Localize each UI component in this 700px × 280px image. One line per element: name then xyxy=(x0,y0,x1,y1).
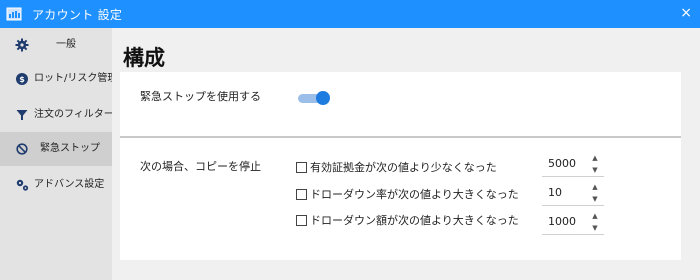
stepper-value: 10 xyxy=(548,186,562,199)
window-title: アカウント 設定 xyxy=(32,8,123,22)
drawdown-rate-checkbox[interactable]: ドローダウン率が次の値より大きくなった xyxy=(296,185,519,203)
filter-icon xyxy=(15,108,29,122)
sidebar-item-emergency-stop[interactable]: 緊急ストップ xyxy=(0,132,112,166)
increment-arrow-icon[interactable]: ▲ xyxy=(590,212,600,220)
sidebar-item-order-filter[interactable]: 注文のフィルター xyxy=(0,98,114,132)
sidebar-item-label: 注文のフィルター xyxy=(34,109,114,120)
stepper-value: 1000 xyxy=(548,215,576,228)
checkbox-label: ドローダウン額が次の値より大きくなった xyxy=(310,214,519,227)
app-icon xyxy=(6,6,22,22)
advanced-gears-icon xyxy=(15,178,29,192)
sidebar-item-label: 緊急ストップ xyxy=(40,143,100,154)
stop-copy-label: 次の場合、コピーを停止 xyxy=(140,160,261,173)
svg-text:$: $ xyxy=(19,75,25,84)
emergency-stop-card: 緊急ストップを使用する xyxy=(120,72,681,136)
sidebar-item-advanced[interactable]: アドバンス設定 xyxy=(0,168,112,202)
stepper-value: 5000 xyxy=(548,157,576,170)
checkbox-box xyxy=(296,214,307,226)
drawdown-amount-stepper[interactable]: 1000 ▲ ▼ xyxy=(542,211,604,235)
page-title: 構成 xyxy=(123,46,165,70)
decrement-arrow-icon[interactable]: ▼ xyxy=(590,166,600,174)
emergency-stop-toggle[interactable] xyxy=(294,90,330,106)
drawdown-rate-stepper[interactable]: 10 ▲ ▼ xyxy=(542,182,604,206)
stop-copy-card: 次の場合、コピーを停止 有効証拠金が次の値より少なくなった 5000 ▲ ▼ ド… xyxy=(120,138,681,260)
prohibited-icon xyxy=(15,142,29,156)
sidebar: 一般 $ ロット/リスク管理 注文のフィルター 緊急ストップ アドバンス設定 xyxy=(0,28,117,280)
toggle-knob xyxy=(316,91,330,105)
gear-icon xyxy=(15,38,29,52)
sidebar-item-label: ロット/リスク管理 xyxy=(34,73,118,84)
sidebar-item-general[interactable]: 一般 xyxy=(0,28,112,62)
decrement-arrow-icon[interactable]: ▼ xyxy=(590,224,600,232)
close-icon[interactable]: × xyxy=(680,4,692,22)
sidebar-item-label: アドバンス設定 xyxy=(34,179,105,190)
sidebar-item-label: 一般 xyxy=(56,39,76,50)
checkbox-label: ドローダウン率が次の値より大きくなった xyxy=(310,188,519,201)
increment-arrow-icon[interactable]: ▲ xyxy=(590,154,600,162)
checkbox-box xyxy=(296,161,307,173)
dollar-icon: $ xyxy=(15,72,29,86)
equity-below-checkbox[interactable]: 有効証拠金が次の値より少なくなった xyxy=(296,158,497,176)
checkbox-label: 有効証拠金が次の値より少なくなった xyxy=(310,161,497,174)
emergency-stop-label: 緊急ストップを使用する xyxy=(140,90,261,103)
equity-threshold-stepper[interactable]: 5000 ▲ ▼ xyxy=(542,153,604,177)
title-bar: アカウント 設定 × xyxy=(0,0,700,28)
decrement-arrow-icon[interactable]: ▼ xyxy=(590,195,600,203)
settings-panel: 構成 緊急ストップを使用する 次の場合、コピーを停止 有効証拠金が次の値より少な… xyxy=(112,28,700,280)
sidebar-item-lot-risk[interactable]: $ ロット/リスク管理 xyxy=(0,62,117,96)
drawdown-amount-checkbox[interactable]: ドローダウン額が次の値より大きくなった xyxy=(296,211,519,229)
checkbox-box xyxy=(296,188,307,200)
increment-arrow-icon[interactable]: ▲ xyxy=(590,183,600,191)
